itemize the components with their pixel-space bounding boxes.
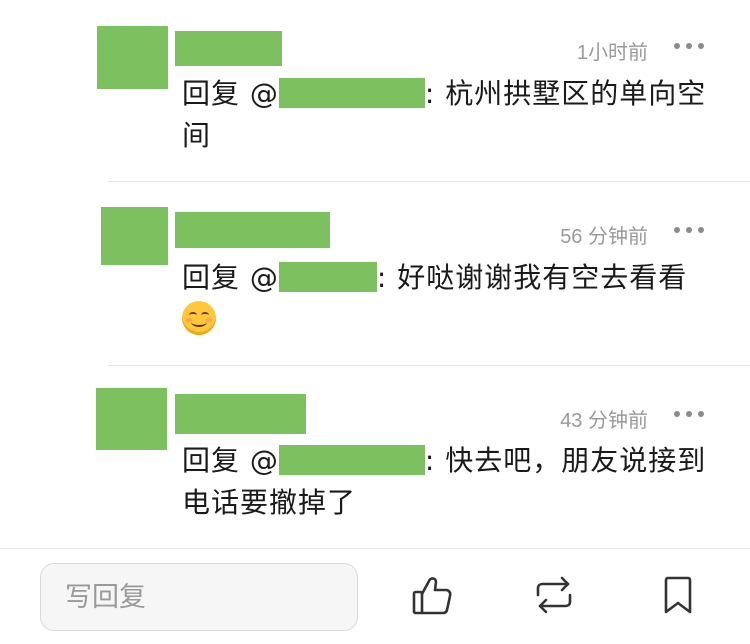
comment-body: : 好哒谢谢我有空去看看 (376, 261, 688, 294)
mentioned-user[interactable] (278, 262, 377, 292)
bookmark-icon (664, 576, 692, 614)
reply-input[interactable]: 写回复 (40, 563, 358, 631)
avatar[interactable] (96, 388, 167, 450)
reply-prefix: 回复 @ (182, 261, 279, 294)
comment-timestamp: 1小时前 (576, 42, 648, 64)
comment-divider (108, 181, 750, 182)
more-options-icon[interactable] (674, 42, 704, 50)
bookmark-button[interactable] (656, 573, 700, 617)
comment-divider (108, 365, 750, 366)
avatar[interactable] (97, 26, 168, 89)
comment-text: 回复 @: 快去吧，朋友说接到电话要撤掉了 (182, 440, 717, 524)
reply-prefix: 回复 @ (182, 444, 279, 477)
comment-text: 回复 @: 杭州拱墅区的单向空间 (182, 73, 717, 157)
more-options-icon[interactable] (674, 226, 704, 234)
reply-prefix: 回复 @ (182, 77, 279, 110)
like-button[interactable] (410, 573, 454, 617)
comment-timestamp: 56 分钟前 (560, 226, 648, 248)
comment-timestamp: 43 分钟前 (560, 410, 648, 432)
repost-button[interactable] (532, 573, 576, 617)
mentioned-user[interactable] (278, 445, 425, 475)
avatar[interactable] (101, 207, 168, 265)
username[interactable] (175, 394, 306, 434)
repost-icon (536, 576, 572, 614)
bottom-action-bar: 写回复 (0, 548, 750, 644)
mentioned-user[interactable] (278, 78, 425, 108)
comment-text: 回复 @ : 好哒谢谢我有空去看看 (182, 257, 717, 341)
username[interactable] (175, 31, 282, 66)
more-options-icon[interactable] (674, 410, 704, 418)
smiling-face-emoji-icon (182, 301, 216, 335)
thumbs-up-icon (412, 577, 452, 615)
username[interactable] (175, 212, 330, 248)
